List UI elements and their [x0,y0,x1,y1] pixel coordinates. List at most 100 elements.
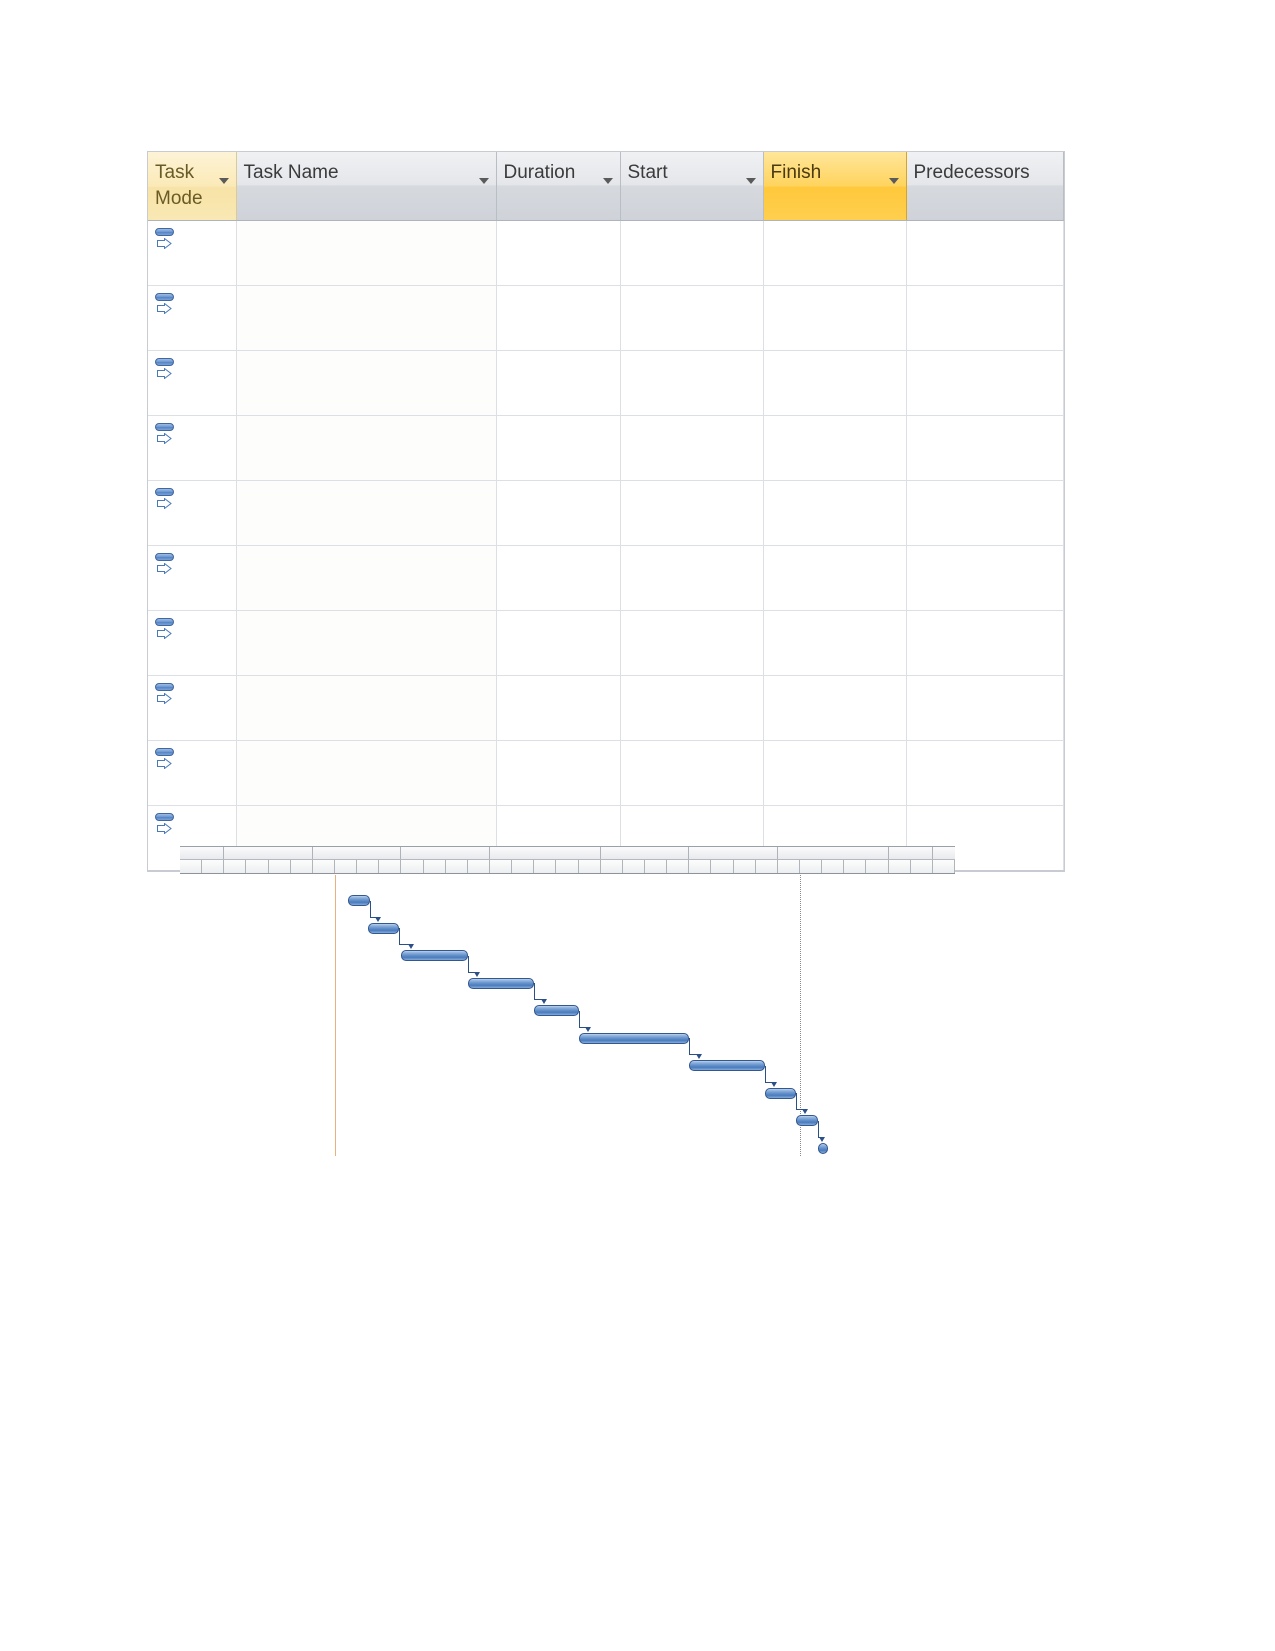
column-header-duration[interactable]: Duration [496,152,621,221]
cell-task-name[interactable] [236,480,497,546]
project-task-table[interactable]: Task Mode Task Name Duration Start Finis… [148,152,1064,871]
cell-task-name[interactable] [236,220,497,286]
gantt-bars-area[interactable] [180,875,955,1156]
timeline-week-cell [889,860,911,873]
column-header-finish[interactable]: Finish [763,152,907,221]
cell-start[interactable] [620,285,764,351]
cell-predecessors[interactable] [906,350,1064,416]
cell-task-mode[interactable] [148,740,237,806]
cell-duration[interactable] [496,415,621,481]
cell-duration[interactable] [496,350,621,416]
cell-task-mode[interactable] [148,220,237,286]
cell-task-mode[interactable] [148,480,237,546]
cell-finish[interactable] [763,220,907,286]
gantt-task-bar[interactable] [817,1142,828,1154]
cell-finish[interactable] [763,415,907,481]
cell-task-mode[interactable] [148,675,237,741]
cell-task-mode[interactable] [148,350,237,416]
cell-start[interactable] [620,740,764,806]
cell-task-name[interactable] [236,610,497,676]
cell-predecessors[interactable] [906,415,1064,481]
cell-task-name[interactable] [236,675,497,741]
chevron-down-icon[interactable] [478,178,489,184]
cell-duration[interactable] [496,610,621,676]
cell-predecessors[interactable] [906,545,1064,611]
cell-task-mode[interactable] [148,285,237,351]
cell-duration[interactable] [496,285,621,351]
cell-start[interactable] [620,415,764,481]
timeline-month-cell [490,847,601,859]
cell-task-mode[interactable] [148,610,237,676]
timeline-week-cell [291,860,313,873]
chevron-down-icon[interactable] [602,178,613,184]
cell-task-name[interactable] [236,740,497,806]
cell-task-name[interactable] [236,285,497,351]
cell-predecessors[interactable] [906,740,1064,806]
column-header-task-name[interactable]: Task Name [236,152,497,221]
column-header-start[interactable]: Start [620,152,764,221]
timeline-week-cell [446,860,468,873]
table-row[interactable] [148,740,1064,806]
auto-scheduled-icon-bar [155,488,174,496]
cell-finish[interactable] [763,610,907,676]
gantt-chart[interactable] [180,846,955,1156]
cell-finish[interactable] [763,350,907,416]
gantt-task-bar[interactable] [534,1005,579,1016]
cell-task-name[interactable] [236,350,497,416]
gantt-dependency-link [370,900,372,917]
chevron-down-icon[interactable] [218,178,229,184]
cell-duration[interactable] [496,480,621,546]
auto-scheduled-icon-arrow [157,368,172,379]
cell-start[interactable] [620,675,764,741]
gantt-task-bar[interactable] [764,1087,796,1099]
table-row[interactable] [148,415,1064,481]
cell-finish[interactable] [763,285,907,351]
gantt-task-bar[interactable] [401,950,468,961]
chevron-down-icon[interactable] [745,178,756,184]
cell-predecessors[interactable] [906,220,1064,286]
table-row[interactable] [148,285,1064,351]
cell-start[interactable] [620,610,764,676]
table-row[interactable] [148,610,1064,676]
cell-duration[interactable] [496,675,621,741]
cell-predecessors[interactable] [906,285,1064,351]
chevron-down-icon[interactable] [888,178,899,184]
table-row[interactable] [148,480,1064,546]
cell-start[interactable] [620,545,764,611]
auto-scheduled-icon-arrow [157,238,172,249]
cell-finish[interactable] [763,545,907,611]
cell-predecessors[interactable] [906,480,1064,546]
cell-task-mode[interactable] [148,545,237,611]
table-row[interactable] [148,545,1064,611]
gantt-task-bar[interactable] [689,1060,765,1071]
cell-duration[interactable] [496,740,621,806]
cell-finish[interactable] [763,480,907,546]
timeline-week-cell [490,860,513,873]
cell-task-name[interactable] [236,545,497,611]
table-row[interactable] [148,350,1064,416]
cell-duration[interactable] [496,545,621,611]
gantt-task-bar[interactable] [467,977,535,989]
column-header-predecessors[interactable]: Predecessors [906,152,1064,221]
table-row[interactable] [148,675,1064,741]
gantt-task-bar[interactable] [795,1115,818,1126]
cell-predecessors[interactable] [906,675,1064,741]
cell-start[interactable] [620,480,764,546]
table-row[interactable] [148,220,1064,286]
gantt-task-bar[interactable] [348,895,371,906]
cell-duration[interactable] [496,220,621,286]
cell-task-mode[interactable] [148,415,237,481]
cell-finish[interactable] [763,740,907,806]
gantt-task-bar[interactable] [578,1032,690,1044]
timeline-week-cell [180,860,203,873]
cell-start[interactable] [620,350,764,416]
status-date-line [335,875,336,1156]
timeline-week-cell [224,860,247,873]
column-header-task-mode[interactable]: Task Mode [148,152,237,221]
auto-scheduled-icon [154,812,180,838]
cell-finish[interactable] [763,675,907,741]
cell-start[interactable] [620,220,764,286]
cell-predecessors[interactable] [906,610,1064,676]
gantt-task-bar[interactable] [368,922,400,934]
cell-task-name[interactable] [236,415,497,481]
